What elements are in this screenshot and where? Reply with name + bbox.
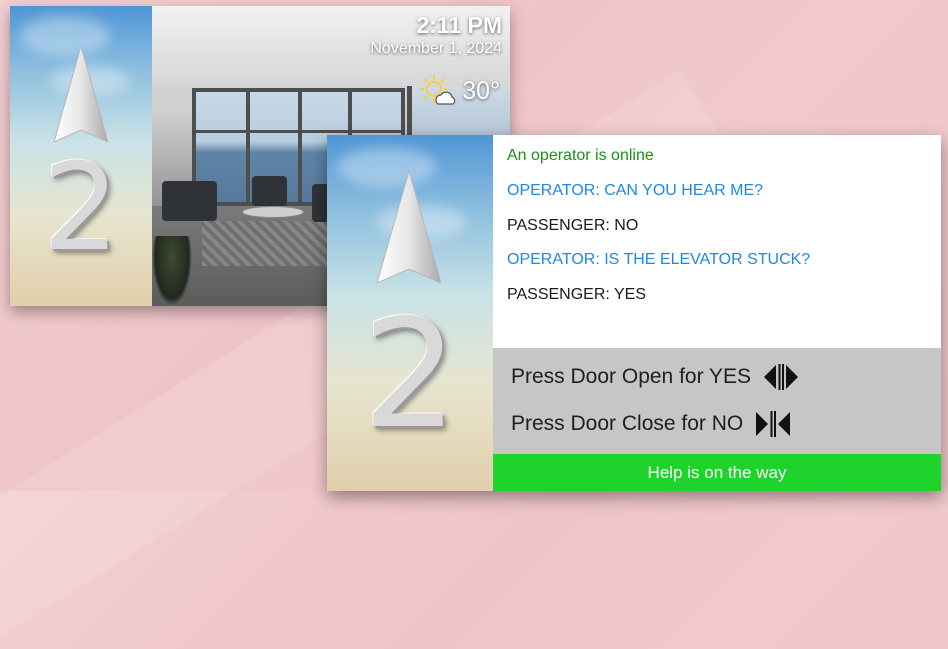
current-date: November 1, 2024 bbox=[370, 40, 502, 57]
chat-log: An operator is online OPERATOR: CAN YOU … bbox=[493, 135, 941, 348]
up-arrow-icon bbox=[53, 46, 109, 142]
chat-operator-line: OPERATOR: CAN YOU HEAR ME? bbox=[507, 182, 764, 199]
clock-widget: 2:11 PM November 1, 2024 bbox=[370, 12, 502, 60]
partly-sunny-icon bbox=[420, 75, 456, 105]
current-time: 2:11 PM bbox=[416, 12, 502, 38]
status-banner: Help is on the way bbox=[493, 454, 941, 491]
emergency-display: 2 An operator is online OPERATOR: CAN YO… bbox=[327, 135, 941, 491]
prompt-yes-label: Press Door Open for YES bbox=[511, 365, 752, 388]
weather-widget: 30° bbox=[418, 74, 500, 108]
chat-status-line: An operator is online bbox=[507, 147, 654, 164]
up-arrow-icon-2 bbox=[376, 171, 442, 283]
communication-panel: An operator is online OPERATOR: CAN YOU … bbox=[493, 135, 941, 491]
door-close-icon bbox=[756, 411, 791, 437]
floor-number-2: 2 bbox=[362, 288, 458, 462]
chat-passenger-line: PASSENGER: NO bbox=[507, 217, 639, 234]
prompt-no: Press Door Close for NO bbox=[511, 410, 791, 438]
chat-operator-line: OPERATOR: IS THE ELEVATOR STUCK? bbox=[507, 251, 811, 268]
prompt-yes: Press Door Open for YES bbox=[511, 363, 799, 391]
response-prompts: Press Door Open for YES Press Door Close… bbox=[493, 348, 941, 454]
floor-indicator-panel-2: 2 bbox=[327, 135, 493, 491]
chat-passenger-line: PASSENGER: YES bbox=[507, 286, 647, 303]
floor-number: 2 bbox=[42, 139, 120, 278]
floor-indicator-panel: 2 bbox=[10, 6, 152, 306]
temperature: 30° bbox=[462, 77, 500, 105]
prompt-no-label: Press Door Close for NO bbox=[511, 412, 744, 435]
door-open-icon bbox=[764, 364, 799, 390]
